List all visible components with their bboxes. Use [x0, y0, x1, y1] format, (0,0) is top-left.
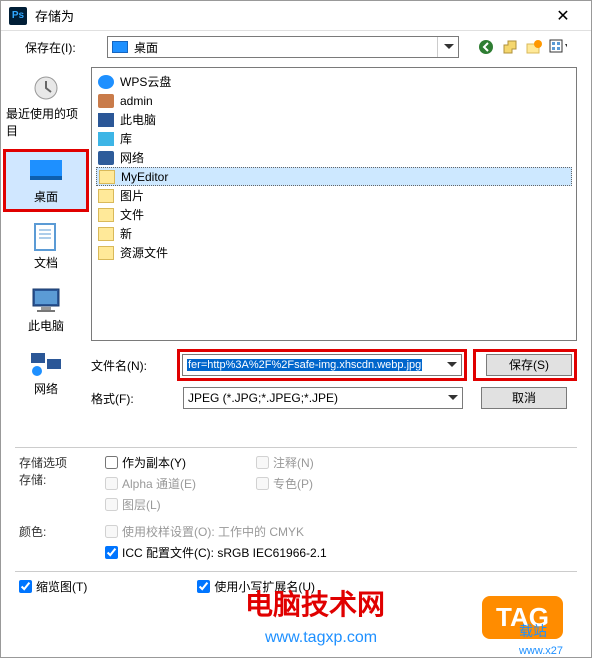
recent-icon	[28, 73, 64, 103]
desktop-place-icon	[28, 156, 64, 186]
location-value: 桌面	[134, 39, 158, 56]
desktop-icon	[112, 41, 128, 53]
tag-sub: 载站www.x27	[519, 621, 563, 657]
chk-icc[interactable]	[105, 546, 118, 559]
network-icon	[28, 348, 64, 378]
folder-icon	[98, 189, 114, 203]
dropdown-arrow-icon	[448, 395, 458, 401]
network-folder-icon	[98, 151, 114, 165]
window-title: 存储为	[35, 6, 543, 25]
new-folder-icon[interactable]	[525, 38, 543, 56]
store-label: 存储:	[19, 471, 105, 488]
file-item[interactable]: WPS云盘	[96, 72, 572, 91]
close-button[interactable]: ✕	[543, 3, 583, 29]
chk-layers	[105, 498, 118, 511]
chk-ascopy[interactable]	[105, 456, 118, 469]
file-name: 库	[120, 130, 132, 147]
chk-lowercase[interactable]	[197, 580, 210, 593]
cancel-button[interactable]: 取消	[481, 387, 567, 409]
format-dropdown[interactable]: JPEG (*.JPG;*.JPEG;*.JPE)	[183, 387, 463, 409]
chk-thumbnail[interactable]	[19, 580, 32, 593]
options-title: 存储选项	[19, 454, 105, 471]
place-thispc[interactable]: 此电脑	[6, 281, 86, 338]
place-label: 网络	[34, 380, 58, 397]
documents-icon	[28, 222, 64, 252]
file-item[interactable]: admin	[96, 91, 572, 110]
file-name: 资源文件	[120, 244, 168, 261]
place-label: 文档	[34, 254, 58, 271]
file-name: 新	[120, 225, 132, 242]
format-value: JPEG (*.JPG;*.JPEG;*.JPE)	[188, 391, 338, 405]
chk-ascopy-label: 作为副本(Y)	[122, 454, 186, 471]
folder-icon	[98, 227, 114, 241]
filename-label: 文件名(N):	[91, 357, 177, 374]
watermark-url: www.tagxp.com	[265, 629, 377, 647]
save-button[interactable]: 保存(S)	[486, 354, 572, 376]
file-name: admin	[120, 94, 153, 108]
up-icon[interactable]	[501, 38, 519, 56]
view-menu-icon[interactable]	[549, 38, 567, 56]
place-documents[interactable]: 文档	[6, 218, 86, 275]
file-item[interactable]: 网络	[96, 148, 572, 167]
location-dropdown[interactable]: 桌面	[107, 36, 459, 58]
dropdown-arrow-icon	[447, 362, 457, 368]
chk-notes	[256, 456, 269, 469]
chk-layers-label: 图层(L)	[122, 496, 161, 513]
file-name: WPS云盘	[120, 73, 171, 90]
filename-value: fer=http%3A%2F%2Fsafe-img.xhscdn.webp.jp…	[187, 359, 422, 371]
file-item[interactable]: 文件	[96, 205, 572, 224]
chk-spot	[256, 477, 269, 490]
file-name: 图片	[120, 187, 144, 204]
place-desktop[interactable]: 桌面	[6, 152, 86, 209]
chk-icc-label: ICC 配置文件(C): sRGB IEC61966-2.1	[122, 544, 327, 561]
location-label: 保存在(I):	[25, 39, 99, 56]
watermark-text: 电脑技术网	[245, 583, 385, 623]
thispc-icon	[28, 285, 64, 315]
chk-notes-label: 注释(N)	[273, 454, 314, 471]
folder-icon	[99, 170, 115, 184]
place-network[interactable]: 网络	[6, 344, 86, 401]
place-recent[interactable]: 最近使用的项目	[6, 69, 86, 143]
file-item[interactable]: 新	[96, 224, 572, 243]
chk-proof-label: 使用校样设置(O): 工作中的 CMYK	[122, 523, 304, 540]
chk-spot-label: 专色(P)	[273, 475, 313, 492]
file-name: 网络	[120, 149, 144, 166]
place-label: 此电脑	[28, 317, 64, 334]
file-name: 文件	[120, 206, 144, 223]
format-label: 格式(F):	[91, 390, 177, 407]
folder-icon	[98, 208, 114, 222]
file-item[interactable]: 此电脑	[96, 110, 572, 129]
file-name: MyEditor	[121, 170, 168, 184]
chk-proof	[105, 525, 118, 538]
dropdown-arrow-icon	[437, 37, 454, 57]
chk-alpha	[105, 477, 118, 490]
color-label: 颜色:	[15, 523, 105, 565]
user-icon	[98, 94, 114, 108]
folder-icon	[98, 246, 114, 260]
chk-thumbnail-label: 缩览图(T)	[36, 578, 87, 595]
chk-alpha-label: Alpha 通道(E)	[122, 475, 196, 492]
place-label: 桌面	[34, 188, 58, 205]
file-name: 此电脑	[120, 111, 156, 128]
file-item[interactable]: 图片	[96, 186, 572, 205]
back-icon[interactable]	[477, 38, 495, 56]
cloud-icon	[98, 75, 114, 89]
pc-icon	[98, 113, 114, 127]
file-item-selected[interactable]: MyEditor	[96, 167, 572, 186]
library-icon	[98, 132, 114, 146]
file-item[interactable]: 资源文件	[96, 243, 572, 262]
file-list[interactable]: WPS云盘 admin 此电脑 库 网络 MyEditor 图片 文件 新 资源…	[91, 67, 577, 341]
file-item[interactable]: 库	[96, 129, 572, 148]
app-icon: Ps	[9, 7, 27, 25]
place-label: 最近使用的项目	[6, 105, 86, 139]
filename-input[interactable]: fer=http%3A%2F%2Fsafe-img.xhscdn.webp.jp…	[182, 354, 462, 376]
